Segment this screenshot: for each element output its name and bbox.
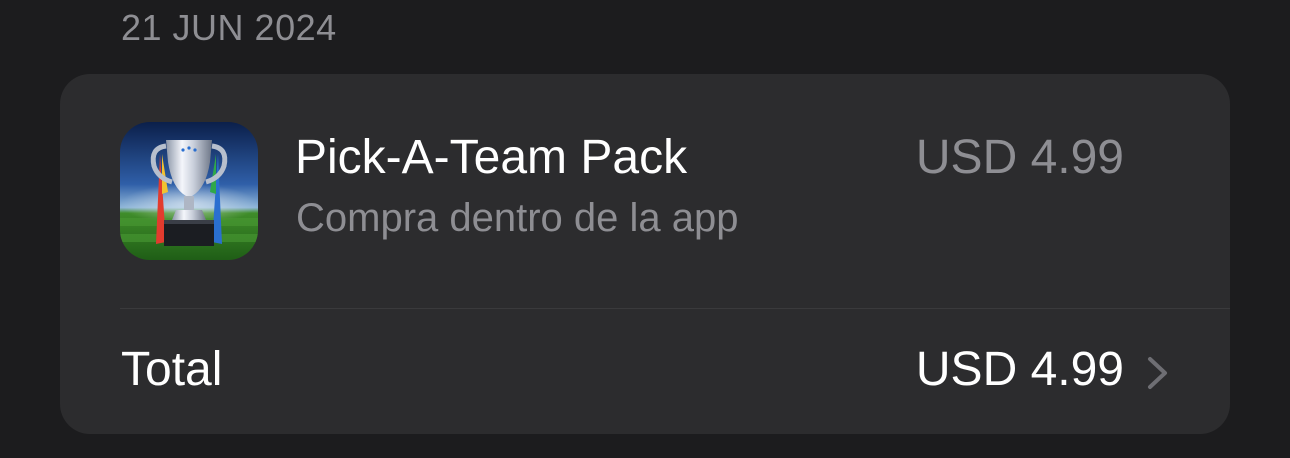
purchase-card: Pick-A-Team Pack Compra dentro de la app… xyxy=(60,74,1230,434)
item-title: Pick-A-Team Pack xyxy=(295,131,688,184)
total-label: Total xyxy=(121,343,223,396)
section-date-header: 21 JUN 2024 xyxy=(121,7,337,48)
item-price: USD 4.99 xyxy=(915,131,1124,184)
item-subtitle: Compra dentro de la app xyxy=(296,196,739,240)
chevron-right-icon[interactable] xyxy=(1146,356,1170,390)
trophy-app-icon xyxy=(120,122,258,260)
total-price: USD 4.99 xyxy=(915,343,1124,396)
